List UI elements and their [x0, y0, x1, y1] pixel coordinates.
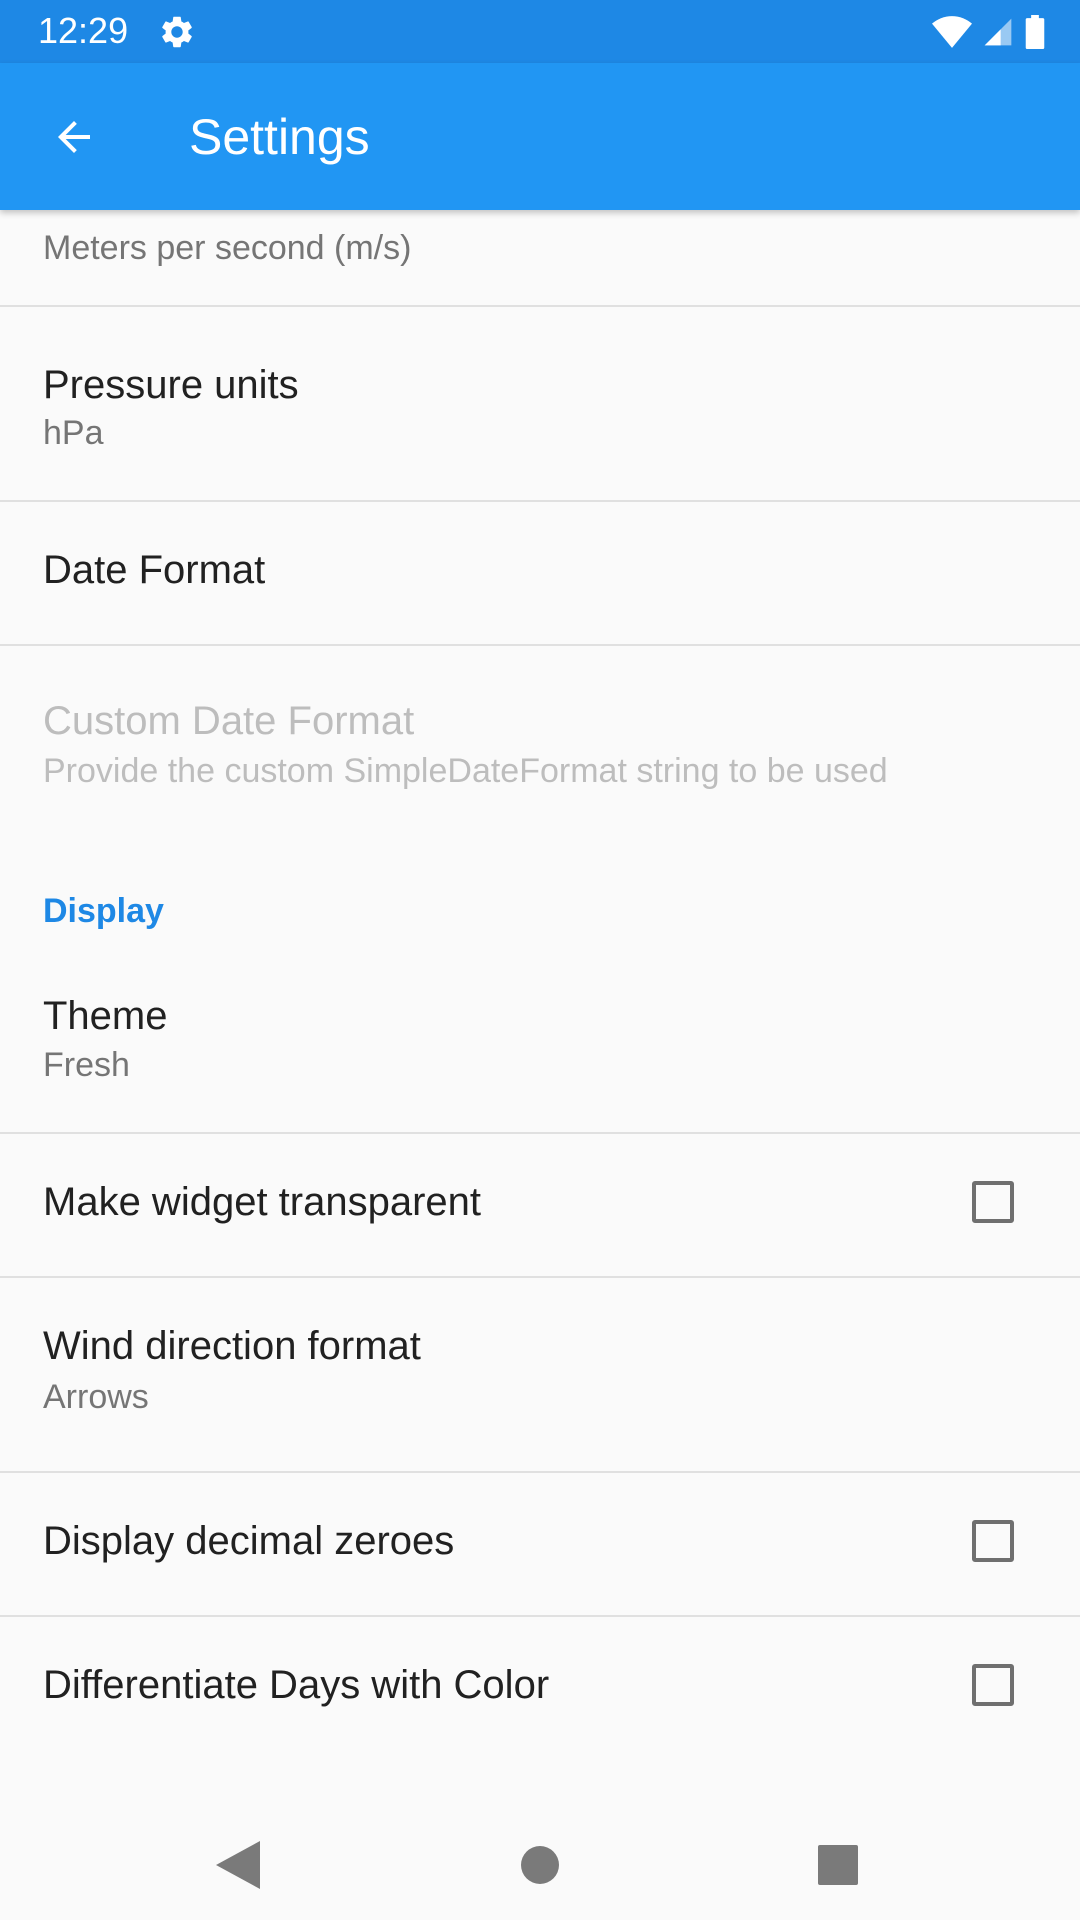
pref-title: Differentiate Days with Color	[43, 1663, 550, 1707]
recents-square-icon	[818, 1845, 858, 1885]
navigation-bar	[0, 1810, 1080, 1920]
pref-wind-speed-units[interactable]: Meters per second (m/s)	[0, 210, 1080, 306]
pref-title: Theme	[43, 994, 168, 1038]
home-circle-icon	[521, 1846, 559, 1884]
nav-back-button[interactable]	[188, 1826, 288, 1904]
differentiate-days-checkbox[interactable]	[972, 1664, 1014, 1706]
arrow-back-icon	[58, 121, 90, 153]
pref-summary: Provide the custom SimpleDateFormat stri…	[43, 752, 888, 790]
category-display: Display	[43, 892, 164, 930]
decimal-zeroes-checkbox[interactable]	[972, 1520, 1014, 1562]
pref-title: Display decimal zeroes	[43, 1519, 455, 1563]
battery-icon	[1025, 15, 1045, 49]
pref-title: Custom Date Format	[43, 699, 415, 743]
app-bar: Settings	[0, 63, 1080, 210]
nav-home-button[interactable]	[490, 1826, 590, 1904]
nav-recents-button[interactable]	[788, 1826, 888, 1904]
pref-widget-transparent[interactable]: Make widget transparent	[0, 1134, 1080, 1276]
pref-summary: hPa	[43, 414, 104, 452]
pref-differentiate-days-color[interactable]: Differentiate Days with Color	[0, 1617, 1080, 1759]
back-button[interactable]	[36, 105, 112, 169]
cell-signal-icon	[984, 18, 1012, 46]
pref-title: Date Format	[43, 548, 266, 592]
pref-display-decimal-zeroes[interactable]: Display decimal zeroes	[0, 1473, 1080, 1615]
pref-summary: Fresh	[43, 1046, 130, 1084]
pref-theme[interactable]: Theme Fresh	[0, 962, 1080, 1132]
pref-title: Pressure units	[43, 363, 299, 407]
back-triangle-icon	[216, 1841, 260, 1889]
pref-summary: Arrows	[43, 1378, 149, 1416]
pref-date-format[interactable]: Date Format	[0, 502, 1080, 644]
status-bar: 12:29	[0, 0, 1080, 63]
gear-icon	[162, 16, 192, 48]
pref-pressure-units[interactable]: Pressure units hPa	[0, 307, 1080, 501]
status-icons	[932, 14, 1046, 50]
wifi-icon	[932, 16, 972, 48]
pref-title: Make widget transparent	[43, 1180, 482, 1224]
status-time: 12:29	[38, 10, 129, 51]
pref-wind-direction-format[interactable]: Wind direction format Arrows	[0, 1278, 1080, 1472]
pref-summary: Meters per second (m/s)	[43, 229, 412, 267]
widget-transparent-checkbox[interactable]	[972, 1181, 1014, 1223]
page-title: Settings	[189, 109, 370, 165]
preferences-list[interactable]: Meters per second (m/s) Pressure units h…	[0, 210, 1080, 1810]
pref-custom-date-format: Custom Date Format Provide the custom Si…	[0, 646, 1080, 826]
pref-title: Wind direction format	[43, 1324, 421, 1368]
